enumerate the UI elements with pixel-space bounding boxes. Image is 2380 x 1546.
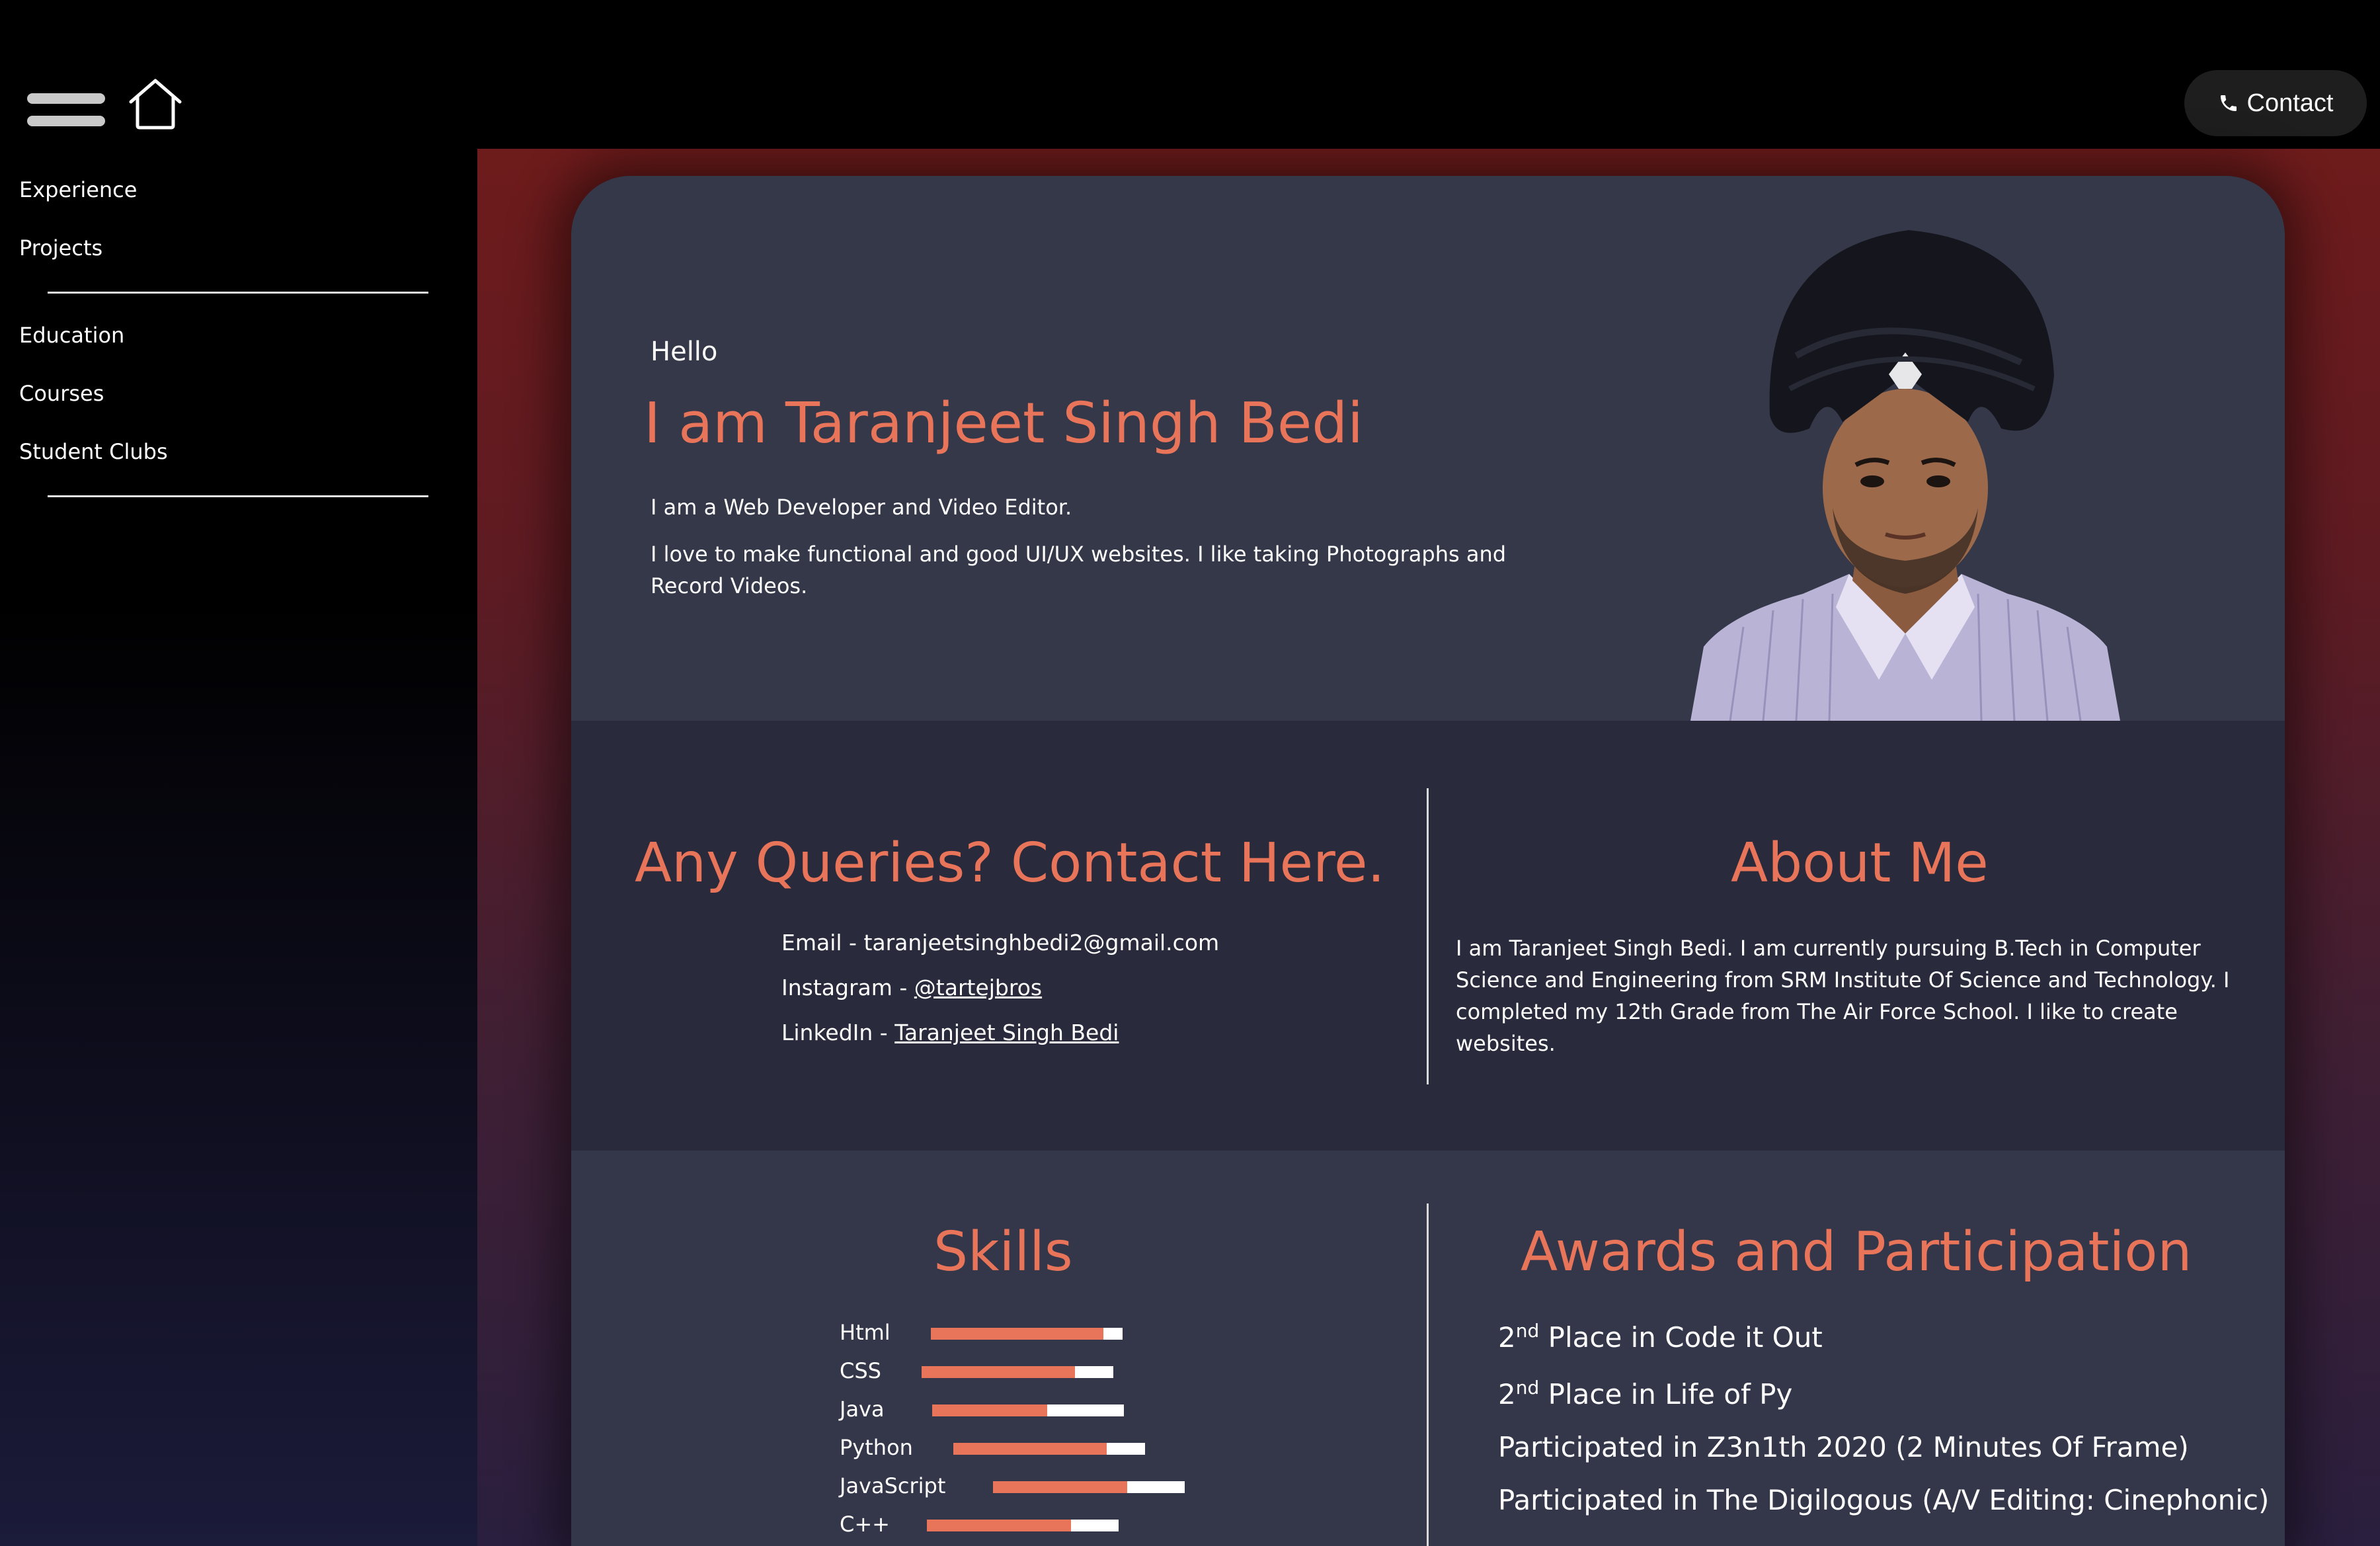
sidebar-item-experience[interactable]: Experience [19,177,137,202]
instagram-label: Instagram - [781,975,914,1000]
section-divider [1427,1203,1429,1546]
linkedin-link[interactable]: Taranjeet Singh Bedi [894,1020,1119,1045]
linkedin-label: LinkedIn - [781,1020,895,1045]
skill-bar-fill [922,1366,1075,1378]
email-value: taranjeetsinghbedi2@gmail.com [863,930,1220,956]
awards-heading: Awards and Participation [1521,1221,2192,1283]
about-text: I am Taranjeet Singh Bedi. I am currentl… [1456,936,2230,1056]
instagram-link[interactable]: @tartejbros [914,975,1042,1000]
sidebar-background [0,595,477,1546]
skill-label: C++ [840,1512,890,1537]
sidebar-item-student-clubs[interactable]: Student Clubs [19,439,168,464]
sidebar-divider [48,292,428,294]
page-title: I am Taranjeet Singh Bedi [644,391,1363,456]
award-text: Participated in Z3n1th 2020 (2 Minutes O… [1498,1431,2189,1463]
award-rank-suffix: nd [1515,1320,1540,1342]
award-item: Participated in The Digilogous (A/V Edit… [1498,1484,2269,1516]
hamburger-menu-icon[interactable] [27,93,105,126]
award-rank: 2 [1498,1321,1516,1354]
section-divider [1427,788,1429,1084]
skill-label: JavaScript [840,1473,946,1498]
skill-bar-fill [953,1443,1107,1455]
phone-icon [2220,95,2237,111]
sidebar-item-education[interactable]: Education [19,323,124,348]
contact-button-label: Contact [2246,89,2334,117]
skill-label: Html [840,1320,891,1345]
award-text: Place in Life of Py [1539,1378,1793,1410]
contact-email: Email - taranjeetsinghbedi2@gmail.com [781,930,1219,956]
sidebar-item-courses[interactable]: Courses [19,381,104,406]
award-item: Participated in Z3n1th 2020 (2 Minutes O… [1498,1431,2189,1463]
skill-bar-fill [932,1404,1047,1416]
award-text: Place in Code it Out [1539,1321,1823,1354]
award-rank-suffix: nd [1515,1377,1540,1399]
hero-section: Hello I am Taranjeet Singh Bedi I am a W… [571,176,2285,721]
sidebar-divider [48,495,428,497]
skills-heading: Skills [933,1221,1073,1283]
contact-instagram: Instagram - @tartejbros [781,975,1042,1000]
award-text: Participated in The Digilogous (A/V Edit… [1498,1484,2270,1516]
award-item: 2nd Place in Code it Out [1498,1320,1823,1354]
sidebar-item-projects[interactable]: Projects [19,235,102,261]
skill-label: Java [840,1397,885,1422]
skill-bar-fill [931,1328,1103,1340]
skill-bar [927,1520,1119,1531]
skill-bar-fill [993,1481,1127,1493]
skill-bar-fill [927,1520,1071,1531]
email-label: Email - [781,930,864,956]
contact-linkedin: LinkedIn - Taranjeet Singh Bedi [781,1020,1119,1045]
skill-bar [993,1481,1185,1493]
skill-bar [922,1366,1113,1378]
skill-bar [932,1404,1124,1416]
intro-line: I am a Web Developer and Video Editor. [651,495,1072,520]
about-heading: About Me [1731,832,1989,895]
award-rank: 2 [1498,1378,1516,1410]
award-item: 2nd Place in Life of Py [1498,1377,1792,1410]
contact-heading: Any Queries? Contact Here. [635,832,1385,895]
home-icon[interactable] [128,78,182,130]
skill-bar [931,1328,1123,1340]
intro-paragraph: I love to make functional and good UI/UX… [651,542,1507,598]
skill-bar [953,1443,1145,1455]
skill-label: CSS [840,1358,881,1383]
skill-label: Python [840,1435,913,1460]
profile-photo [1690,230,2120,721]
greeting: Hello [651,337,718,367]
contact-button[interactable]: Contact [2184,70,2367,136]
